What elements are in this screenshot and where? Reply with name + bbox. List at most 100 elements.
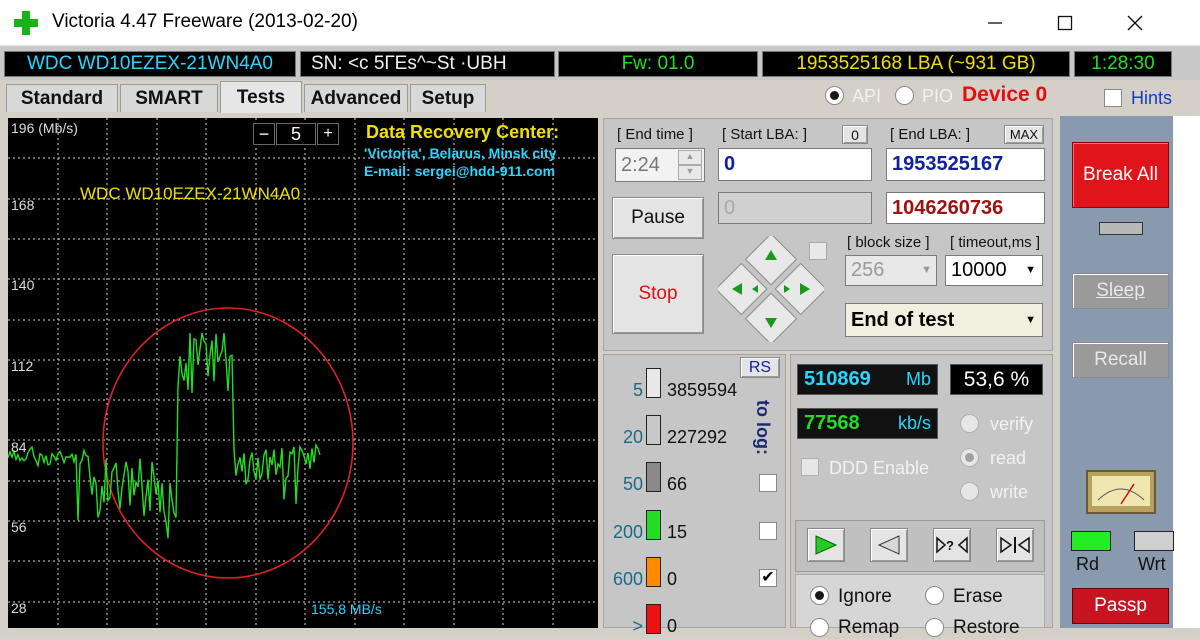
block-size-dropdown-icon: ▼ bbox=[921, 264, 932, 276]
minimize-icon bbox=[988, 22, 1002, 24]
tab-advanced[interactable]: Advanced bbox=[304, 84, 408, 112]
end-time-value: 2:24 bbox=[621, 153, 660, 176]
log-checkbox[interactable]: ✔ bbox=[759, 569, 777, 587]
verify-label: verify bbox=[990, 414, 1034, 434]
close-icon bbox=[1127, 15, 1143, 31]
recovery-email: E-mail: sergei@hdd-911.com bbox=[364, 163, 556, 179]
butterfly-button[interactable] bbox=[996, 528, 1034, 562]
timeout-dropdown-icon: ▼ bbox=[1025, 264, 1036, 276]
y-tick-140: 140 bbox=[11, 277, 35, 293]
tab-tests[interactable]: Tests bbox=[220, 81, 302, 113]
stat-threshold: 50 bbox=[622, 474, 643, 494]
stat-threshold: 20 bbox=[622, 427, 643, 447]
close-button[interactable] bbox=[1108, 0, 1162, 46]
ddd-enable-label: DDD Enable bbox=[829, 458, 930, 478]
stat-color-swatch bbox=[646, 557, 661, 587]
sleep-button[interactable]: Sleep bbox=[1072, 273, 1169, 309]
tab-smart[interactable]: SMART bbox=[120, 84, 218, 112]
passp-button[interactable]: Passp bbox=[1072, 588, 1169, 624]
pause-button[interactable]: Pause bbox=[612, 197, 704, 239]
mb-value: 510869 bbox=[804, 368, 871, 390]
play-reverse-icon bbox=[877, 535, 900, 555]
play-backward-button[interactable] bbox=[870, 528, 908, 562]
maximize-icon bbox=[1057, 15, 1073, 31]
end-time-down-button[interactable]: ▼ bbox=[678, 165, 702, 180]
pio-label: PIO bbox=[922, 86, 954, 106]
tab-standard[interactable]: Standard bbox=[6, 84, 118, 112]
svg-text:?: ? bbox=[946, 538, 954, 553]
elapsed-timer: 1:28:30 bbox=[1074, 51, 1172, 77]
end-lba-max-button[interactable]: MAX bbox=[1004, 125, 1044, 144]
scale-plus-button[interactable]: + bbox=[317, 123, 339, 145]
speed-progress: 77568 kb/s bbox=[797, 408, 938, 439]
block-size-select[interactable]: 256 ▼ bbox=[845, 255, 937, 286]
drive-model: WDC WD10EZEX-21WN4A0 bbox=[4, 51, 296, 77]
green-cross-icon bbox=[14, 11, 38, 35]
end-action-dropdown-icon: ▼ bbox=[1025, 314, 1036, 326]
rs-button[interactable]: RS bbox=[740, 357, 780, 378]
log-checkbox[interactable] bbox=[759, 474, 777, 492]
pio-radio[interactable] bbox=[895, 86, 914, 105]
current-lba-field: 1046260736 bbox=[886, 192, 1045, 224]
stat-color-swatch bbox=[646, 604, 661, 634]
butterfly-icon bbox=[1000, 536, 1030, 554]
mb-unit: Mb bbox=[905, 369, 931, 389]
timeout-value: 10000 bbox=[951, 259, 1007, 281]
y-tick-112: 112 bbox=[11, 358, 34, 374]
timeout-select[interactable]: 10000 ▼ bbox=[945, 255, 1043, 286]
stat-color-swatch bbox=[646, 510, 661, 540]
start-lba-zero-button[interactable]: 0 bbox=[842, 125, 868, 144]
api-radio[interactable] bbox=[825, 86, 844, 105]
start-lba-input[interactable]: 0 bbox=[718, 148, 872, 181]
tab-setup[interactable]: Setup bbox=[410, 84, 486, 112]
end-action-select[interactable]: End of test ▼ bbox=[845, 303, 1043, 337]
graph-drive-label: WDC WD10EZEX-21WN4A0 bbox=[80, 184, 301, 203]
speed-readout: 155,8 MB/s bbox=[311, 601, 382, 617]
timeout-label: [ timeout,ms ] bbox=[950, 234, 1041, 251]
end-time-up-button[interactable]: ▲ bbox=[678, 150, 702, 165]
stat-count: 0 bbox=[667, 569, 678, 589]
read-indicator bbox=[1071, 531, 1111, 551]
erase-radio[interactable] bbox=[925, 586, 944, 605]
speed-unit: kb/s bbox=[897, 413, 931, 433]
block-size-value: 256 bbox=[851, 259, 885, 281]
random-seek-button[interactable]: ? bbox=[933, 528, 971, 562]
current-lba-disabled-field: 0 bbox=[718, 192, 872, 224]
stat-threshold: 600 bbox=[612, 569, 643, 589]
recall-button[interactable]: Recall bbox=[1072, 342, 1169, 378]
play-forward-button[interactable] bbox=[807, 528, 845, 562]
stat-count: 227292 bbox=[667, 427, 728, 447]
hints-checkbox[interactable] bbox=[1104, 89, 1122, 107]
break-indicator bbox=[1099, 222, 1143, 235]
read-radio[interactable] bbox=[960, 448, 979, 467]
break-all-button[interactable]: Break All bbox=[1072, 142, 1169, 208]
scale-value: 5 bbox=[276, 123, 316, 145]
speed-trace bbox=[8, 332, 321, 539]
ddd-enable-checkbox[interactable] bbox=[801, 458, 819, 476]
stat-count: 66 bbox=[667, 474, 688, 494]
log-checkbox[interactable] bbox=[759, 522, 777, 540]
direction-checkbox[interactable] bbox=[809, 242, 827, 260]
y-tick-84: 84 bbox=[11, 439, 27, 455]
scale-minus-button[interactable]: − bbox=[253, 123, 275, 145]
right-margin bbox=[1173, 116, 1200, 628]
highlight-ellipse bbox=[102, 307, 354, 579]
minimize-button[interactable] bbox=[968, 0, 1022, 46]
end-lba-input[interactable]: 1953525167 bbox=[886, 148, 1045, 181]
end-time-label: [ End time ] bbox=[617, 126, 693, 143]
read-label: read bbox=[990, 448, 1027, 468]
ignore-radio[interactable] bbox=[810, 586, 829, 605]
stop-button[interactable]: Stop bbox=[612, 254, 704, 334]
maximize-button[interactable] bbox=[1038, 0, 1092, 46]
to-log-label: to log: bbox=[753, 400, 773, 455]
api-label: API bbox=[852, 86, 882, 106]
write-indicator bbox=[1134, 531, 1174, 551]
stat-color-swatch bbox=[646, 368, 661, 398]
stat-threshold: 200 bbox=[612, 522, 643, 542]
stat-threshold: 5 bbox=[632, 380, 643, 400]
verify-radio[interactable] bbox=[960, 414, 979, 433]
serial-number: SN: <c 5ГEs^~St ·UBH bbox=[300, 51, 555, 77]
wrt-label: Wrt bbox=[1138, 554, 1166, 574]
write-radio[interactable] bbox=[960, 482, 979, 501]
hints-label: Hints bbox=[1131, 88, 1173, 108]
